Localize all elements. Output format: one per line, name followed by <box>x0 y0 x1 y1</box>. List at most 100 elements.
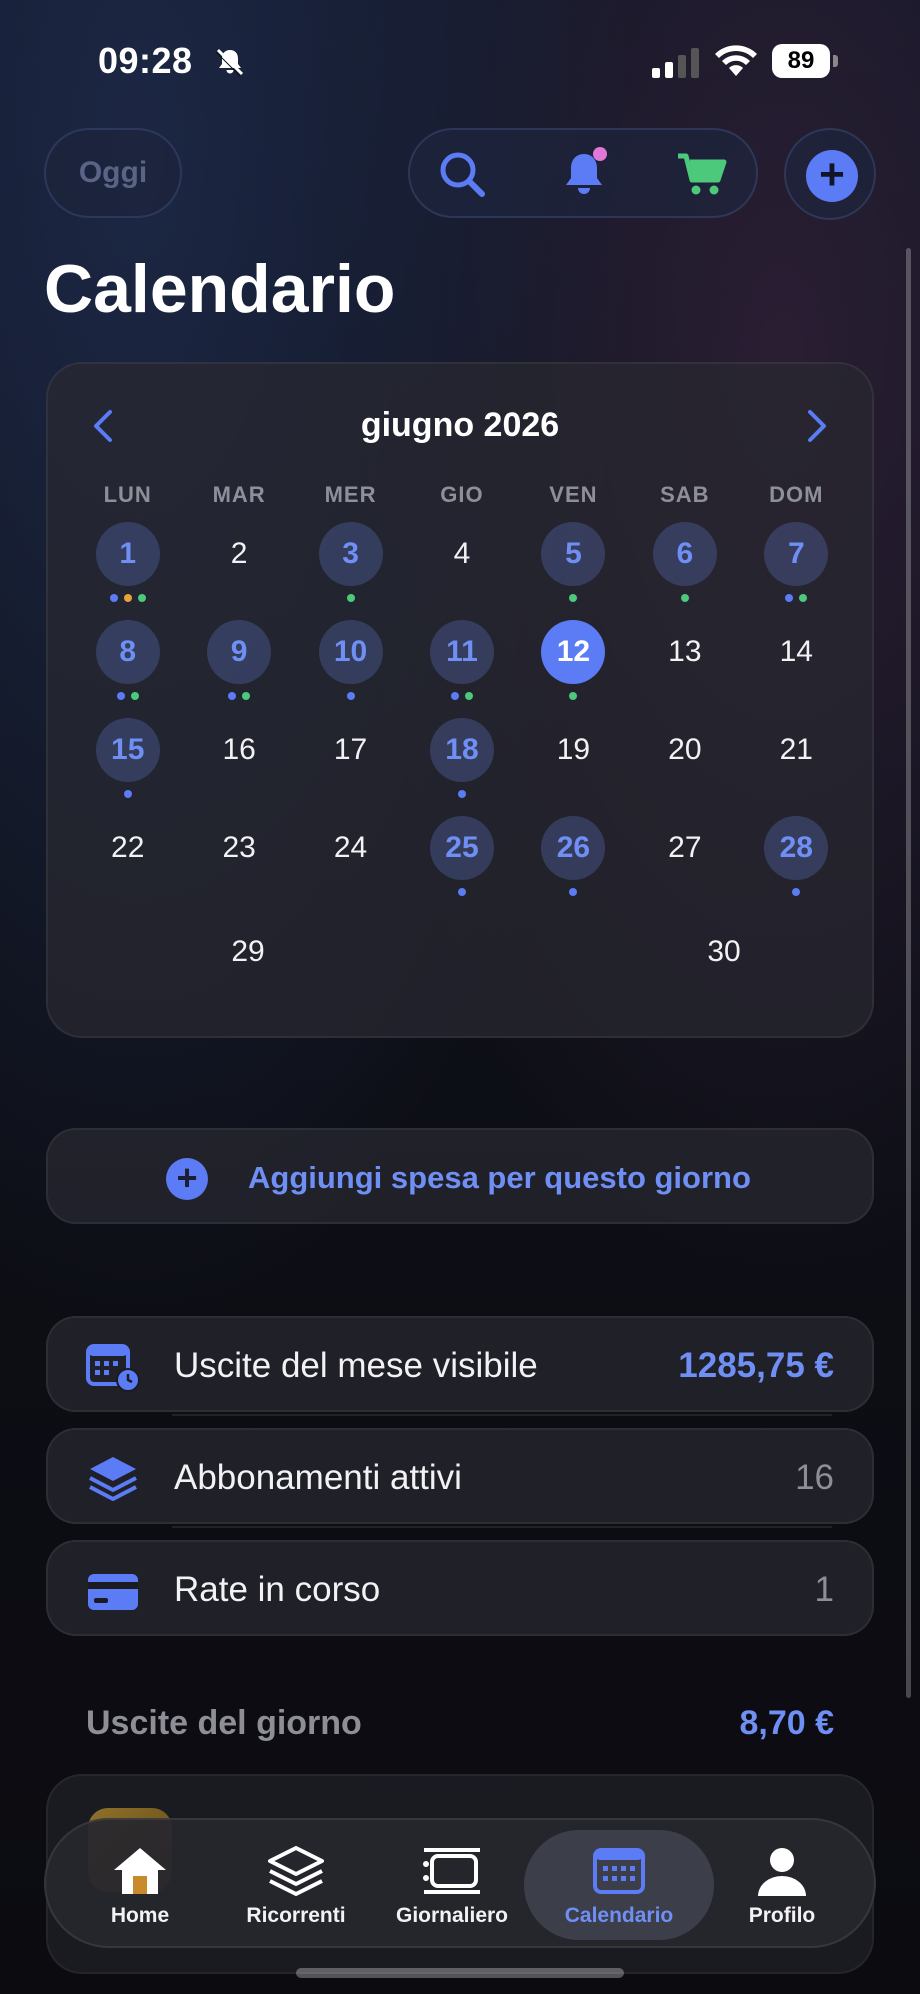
tab-profile[interactable]: Profilo <box>702 1830 862 1940</box>
expense-indicators <box>295 594 406 602</box>
day-number: 22 <box>111 831 145 864</box>
day-number: 21 <box>779 733 813 766</box>
day-number: 11 <box>429 620 494 684</box>
search-icon[interactable] <box>434 146 490 202</box>
day-number: 18 <box>429 718 494 782</box>
tab-calendar[interactable]: Calendario <box>524 1830 714 1940</box>
scrollbar[interactable] <box>906 248 911 1698</box>
calendar-day[interactable]: 6 <box>629 522 740 602</box>
calendar-day[interactable]: 18 <box>406 718 517 798</box>
calendar-day[interactable]: 30 <box>692 920 756 984</box>
stat-value: 1 <box>814 1570 834 1609</box>
day-number: 9 <box>207 620 272 684</box>
expense-dot <box>792 888 801 896</box>
day-number: 20 <box>668 733 702 766</box>
calendar-day[interactable]: 9 <box>183 620 294 700</box>
status-time: 09:28 <box>98 40 193 81</box>
calendar-day[interactable]: 15 <box>72 718 183 798</box>
stat-row-installments[interactable]: Rate in corso 1 <box>46 1540 874 1636</box>
expense-dot <box>116 692 125 700</box>
day-number: 10 <box>318 620 383 684</box>
calendar-day[interactable]: 2 <box>183 522 294 586</box>
day-number: 5 <box>541 522 606 586</box>
notification-bell-icon[interactable] <box>556 146 612 202</box>
day-number: 13 <box>668 635 702 668</box>
tab-label: Giornaliero <box>395 1904 509 1927</box>
day-number: 3 <box>318 522 383 586</box>
tab-label: Ricorrenti <box>246 1904 346 1927</box>
home-indicator <box>296 1968 624 1978</box>
weekday-label: VEN <box>549 482 598 507</box>
calendar-day[interactable]: 5 <box>518 522 629 602</box>
expense-indicators <box>741 594 852 602</box>
stat-row-monthly-expenses[interactable]: Uscite del mese visibile 1285,75 € <box>46 1316 874 1412</box>
expense-indicators <box>183 692 294 700</box>
tab-recurring[interactable]: Ricorrenti <box>216 1830 376 1940</box>
calendar-day[interactable]: 19 <box>518 718 629 782</box>
expense-indicators <box>518 692 629 700</box>
calendar-day[interactable]: 29 <box>216 920 280 984</box>
divider <box>172 1526 832 1528</box>
calendar-day[interactable]: 26 <box>518 816 629 896</box>
day-number: 19 <box>556 733 591 766</box>
day-number: 7 <box>764 522 829 586</box>
tab-daily[interactable]: Giornaliero <box>372 1830 532 1940</box>
expense-indicators <box>406 790 517 798</box>
calendar-day-selected[interactable]: 12 <box>518 620 629 700</box>
calendar-icon <box>593 1848 645 1894</box>
calendar-day[interactable]: 23 <box>183 816 294 880</box>
expense-dot <box>130 692 139 700</box>
chevron-right-icon[interactable] <box>802 408 832 444</box>
calendar-day[interactable]: 3 <box>295 522 406 602</box>
stat-label: Uscite del mese visibile <box>174 1346 538 1385</box>
expense-dot <box>228 692 237 700</box>
day-number: 29 <box>231 935 265 968</box>
weekday-label: DOM <box>769 482 824 507</box>
expense-dot <box>569 888 578 896</box>
calendar-day[interactable]: 13 <box>629 620 740 684</box>
plus-icon: + <box>806 150 858 202</box>
expense-dot <box>242 692 251 700</box>
plus-circle-icon: + <box>166 1158 208 1200</box>
calendar-day[interactable]: 28 <box>741 816 852 896</box>
day-number: 27 <box>668 831 702 864</box>
layers-icon <box>268 1846 324 1896</box>
day-number: 17 <box>333 733 368 766</box>
day-number: 16 <box>222 733 256 766</box>
list-icon <box>423 1848 480 1894</box>
calendar-day[interactable]: 1 <box>72 522 183 602</box>
stat-row-active-subscriptions[interactable]: Abbonamenti attivi 16 <box>46 1428 874 1524</box>
expense-indicators <box>72 594 183 602</box>
expense-indicators <box>629 594 740 602</box>
add-expense-button[interactable]: + Aggiungi spesa per questo giorno <box>46 1128 874 1224</box>
expense-dot <box>680 594 689 602</box>
expense-dot <box>569 692 578 700</box>
calendar-day[interactable]: 14 <box>741 620 852 684</box>
calendar-day[interactable]: 8 <box>72 620 183 700</box>
add-button[interactable]: + <box>784 128 876 220</box>
day-expenses-label: Uscite del giorno <box>86 1704 362 1742</box>
calendar-day[interactable]: 11 <box>406 620 517 700</box>
day-number: 2 <box>230 537 248 570</box>
home-icon <box>114 1848 166 1894</box>
cart-icon[interactable] <box>674 146 730 202</box>
calendar-day[interactable]: 22 <box>72 816 183 880</box>
day-number: 8 <box>95 620 160 684</box>
tab-home[interactable]: Home <box>60 1830 220 1940</box>
calendar-day[interactable]: 21 <box>741 718 852 782</box>
calendar-day[interactable]: 24 <box>295 816 406 880</box>
calendar-day[interactable]: 4 <box>406 522 517 586</box>
calendar-day[interactable]: 16 <box>183 718 294 782</box>
expense-dot <box>785 594 794 602</box>
calendar-day[interactable]: 17 <box>295 718 406 782</box>
calendar-day[interactable]: 20 <box>629 718 740 782</box>
calendar-day[interactable]: 10 <box>295 620 406 700</box>
credit-card-icon <box>88 1574 138 1610</box>
stat-label: Abbonamenti attivi <box>174 1458 462 1497</box>
calendar-day[interactable]: 27 <box>629 816 740 880</box>
today-button[interactable]: Oggi <box>44 128 182 218</box>
calendar-day[interactable]: 25 <box>406 816 517 896</box>
calendar-day[interactable]: 7 <box>741 522 852 602</box>
day-number: 28 <box>764 816 829 880</box>
weekday-label: LUN <box>103 482 152 507</box>
